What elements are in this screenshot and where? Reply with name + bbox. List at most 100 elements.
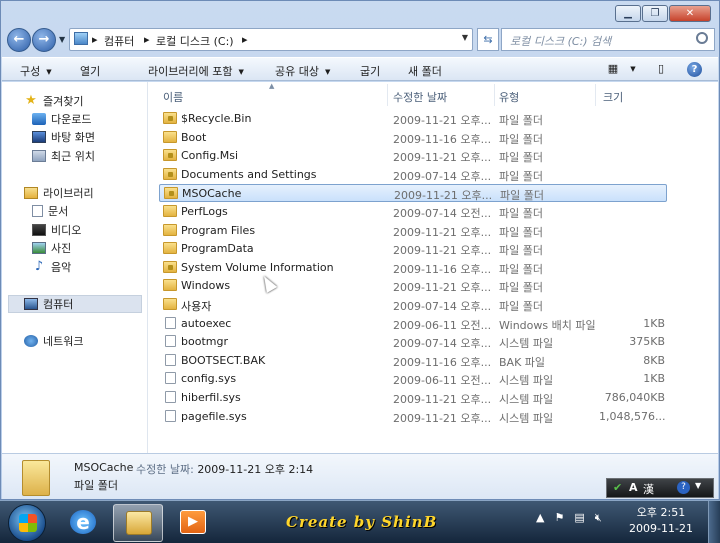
taskbar: e ▶ Create by ShinB ▲ ⚑ ▤ 🔇︎ 오후 2:51 200… bbox=[0, 500, 720, 543]
chevron-down-icon[interactable]: ▼ bbox=[624, 61, 642, 77]
sidebar-item-pictures[interactable]: 사진 bbox=[32, 239, 71, 257]
maximize-button[interactable]: ❐ bbox=[642, 5, 668, 22]
table-row[interactable]: MSOCache 2009-11-21 오후... 파일 폴더 bbox=[159, 184, 667, 203]
column-divider[interactable] bbox=[595, 84, 596, 106]
column-header-type[interactable]: 유형 bbox=[499, 89, 519, 105]
volume-muted-icon[interactable]: 🔇︎ bbox=[595, 511, 602, 525]
new-folder-button[interactable]: 새 폴더 bbox=[408, 63, 442, 79]
sidebar-item-documents[interactable]: 문서 bbox=[32, 202, 68, 220]
table-row[interactable]: pagefile.sys 2009-11-21 오후... 시스템 파일 1,048,… bbox=[159, 408, 667, 426]
file-date: 2009-11-16 오후... bbox=[393, 132, 492, 146]
file-icon bbox=[165, 335, 176, 348]
sidebar-item-label: 컴퓨터 bbox=[43, 298, 74, 311]
preview-pane-icon[interactable]: ▯ bbox=[652, 61, 670, 77]
sidebar-item-favorites[interactable]: ★ 즐겨찾기 bbox=[24, 92, 83, 110]
chevron-down-icon[interactable]: ▼ bbox=[695, 481, 701, 490]
help-icon[interactable]: ? bbox=[677, 481, 690, 494]
file-date: 2009-11-21 오후... bbox=[393, 393, 492, 406]
sidebar-item-computer[interactable]: 컴퓨터 bbox=[8, 295, 142, 313]
sidebar-item-music[interactable]: ♪ 음악 bbox=[32, 258, 71, 276]
sidebar-item-label: 최근 위치 bbox=[51, 150, 95, 163]
table-row[interactable]: bootmgr 2009-07-14 오후... 시스템 파일 375KB bbox=[159, 333, 667, 351]
table-row[interactable]: Windows 2009-11-21 오후... 파일 폴더 bbox=[159, 277, 667, 295]
details-item-type: 파일 폴더 bbox=[74, 479, 118, 492]
close-button[interactable]: ✕ bbox=[669, 5, 711, 22]
chevron-up-icon[interactable]: ▲ bbox=[536, 511, 544, 525]
table-row[interactable]: PerfLogs 2009-07-14 오전... 파일 폴더 bbox=[159, 203, 667, 221]
show-desktop-button[interactable] bbox=[708, 501, 720, 543]
burn-button[interactable]: 굽기 bbox=[360, 63, 380, 79]
explorer-window: ▁ ❐ ✕ ← → ▼ ▸ 컴퓨터 ▸ 로컬 디스크 (C:) ▸ ▼ ⇆ 로컬… bbox=[0, 0, 720, 500]
sidebar-item-recent[interactable]: 최근 위치 bbox=[32, 147, 95, 165]
column-divider[interactable] bbox=[494, 84, 495, 106]
search-icon[interactable] bbox=[696, 32, 708, 44]
sidebar-item-network[interactable]: 네트워크 bbox=[24, 332, 83, 350]
sidebar-item-libraries[interactable]: 라이브러리 bbox=[24, 184, 94, 202]
breadcrumb-separator[interactable]: ▸ bbox=[144, 33, 150, 46]
input-mode-indicator[interactable]: A bbox=[629, 481, 638, 494]
breadcrumb-local-disk[interactable]: 로컬 디스크 (C:) bbox=[156, 33, 234, 49]
hanja-indicator[interactable]: 漢 bbox=[643, 481, 654, 497]
column-divider[interactable] bbox=[387, 84, 388, 106]
taskbar-internet-explorer[interactable]: e bbox=[58, 504, 108, 542]
breadcrumb-separator[interactable]: ▸ bbox=[92, 33, 98, 46]
column-header-name[interactable]: 이름 bbox=[163, 89, 183, 105]
action-center-flag-icon[interactable]: ⚑ bbox=[554, 511, 564, 525]
new-folder-label: 새 폴더 bbox=[408, 65, 442, 78]
refresh-button[interactable]: ⇆ bbox=[477, 28, 499, 51]
table-row[interactable]: System Volume Information 2009-11-16 오후..… bbox=[159, 259, 667, 277]
table-row[interactable]: ProgramData 2009-11-21 오후... 파일 폴더 bbox=[159, 240, 667, 258]
table-row[interactable]: Documents and Settings 2009-07-14 오후... 파일… bbox=[159, 166, 667, 184]
minimize-button[interactable]: ▁ bbox=[615, 5, 641, 22]
forward-button[interactable]: → bbox=[32, 28, 56, 52]
language-bar[interactable]: ✔ A 漢 ? ▼ bbox=[606, 478, 714, 498]
table-row[interactable]: BOOTSECT.BAK 2009-11-16 오후... BAK 파일 8KB bbox=[159, 352, 667, 370]
table-row[interactable]: 사용자 2009-07-14 오후... 파일 폴더 bbox=[159, 296, 667, 314]
breadcrumb-separator[interactable]: ▸ bbox=[242, 33, 248, 46]
organize-menu[interactable]: 구성 ▼ bbox=[20, 63, 52, 79]
start-button[interactable] bbox=[8, 504, 46, 542]
table-row[interactable]: config.sys 2009-06-11 오전... 시스템 파일 1KB bbox=[159, 370, 667, 388]
column-header-size[interactable]: 크기 bbox=[603, 89, 623, 105]
system-tray: ▲ ⚑ ▤ 🔇︎ bbox=[536, 511, 602, 525]
network-icon[interactable]: ▤ bbox=[574, 511, 584, 525]
sidebar-item-downloads[interactable]: 다운로드 bbox=[32, 110, 91, 128]
table-row[interactable]: autoexec 2009-06-11 오전... Windows 배치 파일 1KB bbox=[159, 315, 667, 333]
include-library-menu[interactable]: 라이브러리에 포함 ▼ bbox=[148, 63, 244, 79]
file-type: 파일 폴더 bbox=[499, 207, 543, 220]
address-dropdown-icon[interactable]: ▼ bbox=[462, 33, 468, 42]
sort-ascending-icon: ▲ bbox=[269, 82, 275, 90]
clock[interactable]: 오후 2:51 2009-11-21 bbox=[624, 505, 698, 537]
share-with-menu[interactable]: 공유 대상 ▼ bbox=[275, 63, 330, 79]
table-row[interactable]: hiberfil.sys 2009-11-21 오후... 시스템 파일 786,04… bbox=[159, 389, 667, 407]
folder-icon bbox=[163, 130, 177, 143]
file-name: Boot bbox=[181, 130, 207, 144]
taskbar-media-player[interactable]: ▶ bbox=[168, 504, 218, 542]
file-name: pagefile.sys bbox=[181, 409, 247, 423]
search-box[interactable]: 로컬 디스크 (C:) 검색 bbox=[501, 28, 715, 51]
address-bar[interactable]: ▸ 컴퓨터 ▸ 로컬 디스크 (C:) ▸ ▼ bbox=[69, 28, 473, 51]
file-date: 2009-07-14 오후... bbox=[393, 169, 492, 183]
media-player-icon: ▶ bbox=[180, 510, 206, 534]
file-date: 2009-11-21 오후... bbox=[393, 225, 492, 239]
sidebar-item-videos[interactable]: 비디오 bbox=[32, 221, 81, 239]
folder-icon bbox=[163, 298, 177, 310]
sidebar-item-label: 사진 bbox=[51, 242, 72, 255]
folder-icon bbox=[22, 460, 50, 496]
table-row[interactable]: Program Files 2009-11-21 오후... 파일 폴더 bbox=[159, 222, 667, 240]
breadcrumb-computer[interactable]: 컴퓨터 bbox=[104, 33, 134, 49]
help-icon[interactable]: ? bbox=[687, 62, 702, 77]
sidebar-item-desktop[interactable]: 바탕 화면 bbox=[32, 128, 95, 146]
taskbar-windows-explorer[interactable] bbox=[113, 504, 163, 542]
downloads-icon bbox=[32, 113, 46, 125]
back-button[interactable]: ← bbox=[7, 28, 31, 52]
table-row[interactable]: Config.Msi 2009-11-21 오후... 파일 폴더 bbox=[159, 147, 667, 165]
table-row[interactable]: Boot 2009-11-16 오후... 파일 폴더 bbox=[159, 129, 667, 147]
column-header-date[interactable]: 수정한 날짜 bbox=[393, 89, 447, 105]
locked-folder-icon bbox=[163, 112, 177, 124]
view-options-icon[interactable]: ▦ bbox=[604, 61, 622, 77]
open-button[interactable]: 열기 bbox=[80, 63, 100, 79]
checkmark-icon: ✔ bbox=[613, 481, 623, 494]
table-row[interactable]: $Recycle.Bin 2009-11-21 오후... 파일 폴더 bbox=[159, 110, 667, 128]
recent-pages-dropdown[interactable]: ▼ bbox=[59, 35, 65, 44]
